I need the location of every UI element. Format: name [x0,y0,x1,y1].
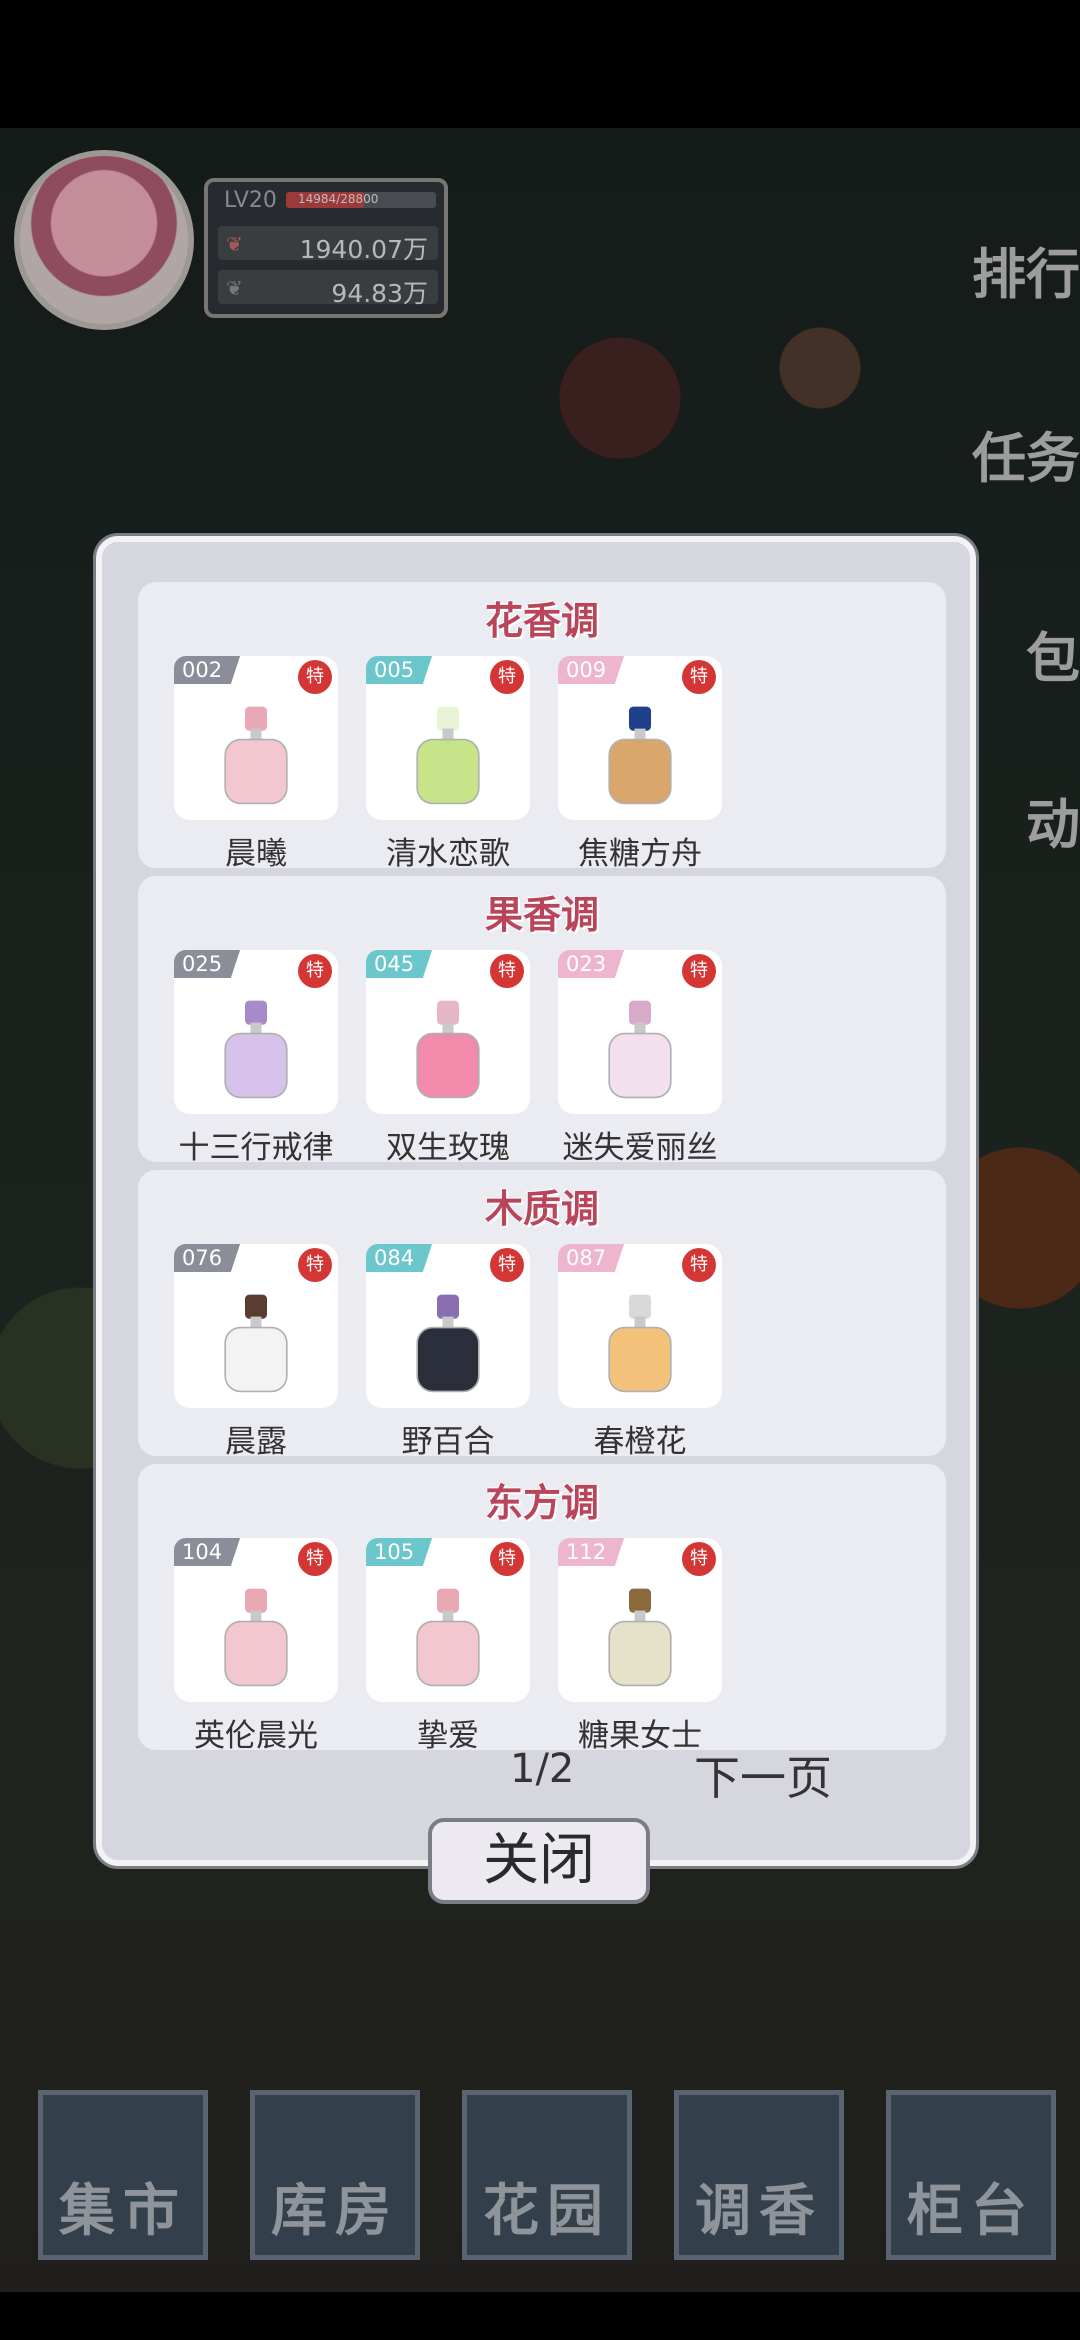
perfume-bottle-icon [416,706,480,805]
perfume-name: 春橙花 [593,1424,687,1460]
perfume-card[interactable]: 084 特 [366,1244,530,1408]
perfume-section: 木质调 076 特晨露 084 特野百合 087 特春橙花 [138,1170,946,1460]
special-badge: 特 [490,1248,524,1282]
close-button[interactable]: 关闭 [428,1818,650,1904]
perfume-section: 果香调 025 特十三行戒律 045 特双生玫瑰 023 特迷失爱丽丝 [138,876,946,1166]
section-title: 花香调 [484,598,599,643]
perfume-collection-modal: 花香调 002 特晨曦 005 特清水恋歌 009 特焦糖方舟 果香调 025 特十三行戒律 045… [96,536,976,1866]
perfume-id-tag: 025 [174,950,241,978]
perfume-section: 花香调 002 特晨曦 005 特清水恋歌 009 特焦糖方舟 [138,582,946,872]
perfume-name: 英伦晨光 [194,1718,318,1754]
perfume-card[interactable]: 087 特 [558,1244,722,1408]
perfume-bottle-icon [416,1588,480,1687]
special-badge: 特 [490,954,524,988]
perfume-bottle-icon [608,1000,672,1099]
perfume-bottle-icon [224,1000,288,1099]
special-badge: 特 [298,1542,332,1576]
special-badge: 特 [682,660,716,694]
special-badge: 特 [490,660,524,694]
perfume-bottle-icon [608,706,672,805]
perfume-card[interactable]: 023 特 [558,950,722,1114]
perfume-id-tag: 076 [174,1244,241,1272]
perfume-id-tag: 112 [558,1538,625,1566]
perfume-id-tag: 087 [558,1244,625,1272]
perfume-bottle-icon [224,706,288,805]
perfume-card[interactable]: 076 特 [174,1244,338,1408]
perfume-card[interactable]: 105 特 [366,1538,530,1702]
special-badge: 特 [298,660,332,694]
section-title: 果香调 [484,892,599,937]
section-title: 木质调 [484,1186,599,1231]
system-nav-bar [0,2292,1080,2340]
perfume-card[interactable]: 005 特 [366,656,530,820]
perfume-id-tag: 104 [174,1538,241,1566]
perfume-id-tag: 084 [366,1244,433,1272]
special-badge: 特 [298,1248,332,1282]
perfume-name: 焦糖方舟 [578,836,702,872]
perfume-name: 双生玫瑰 [386,1130,510,1166]
special-badge: 特 [490,1542,524,1576]
special-badge: 特 [682,1542,716,1576]
perfume-name: 迷失爱丽丝 [562,1130,718,1166]
section-title: 东方调 [484,1480,599,1525]
perfume-id-tag: 045 [366,950,433,978]
status-bar [0,0,1080,128]
perfume-id-tag: 002 [174,656,241,684]
special-badge: 特 [682,954,716,988]
perfume-bottle-icon [416,1294,480,1393]
perfume-bottle-icon [608,1294,672,1393]
perfume-bottle-icon [224,1294,288,1393]
perfume-card[interactable]: 009 特 [558,656,722,820]
page-indicator: 1/2 [510,1746,575,1792]
perfume-name: 晨曦 [225,836,287,872]
next-page-button[interactable]: 下一页 [694,1742,832,1808]
perfume-card[interactable]: 045 特 [366,950,530,1114]
perfume-name: 十三行戒律 [178,1130,334,1166]
perfume-id-tag: 009 [558,656,625,684]
special-badge: 特 [682,1248,716,1282]
perfume-bottle-icon [608,1588,672,1687]
perfume-card[interactable]: 025 特 [174,950,338,1114]
perfume-name: 清水恋歌 [386,836,510,872]
perfume-section: 东方调 104 特英伦晨光 105 特挚爱 112 特糖果女士 [138,1464,946,1754]
perfume-name: 野百合 [401,1424,495,1460]
perfume-name: 晨露 [225,1424,287,1460]
perfume-id-tag: 023 [558,950,625,978]
perfume-bottle-icon [224,1588,288,1687]
perfume-id-tag: 105 [366,1538,433,1566]
perfume-bottle-icon [416,1000,480,1099]
perfume-card[interactable]: 002 特 [174,656,338,820]
perfume-id-tag: 005 [366,656,433,684]
perfume-card[interactable]: 104 特 [174,1538,338,1702]
perfume-card[interactable]: 112 特 [558,1538,722,1702]
special-badge: 特 [298,954,332,988]
